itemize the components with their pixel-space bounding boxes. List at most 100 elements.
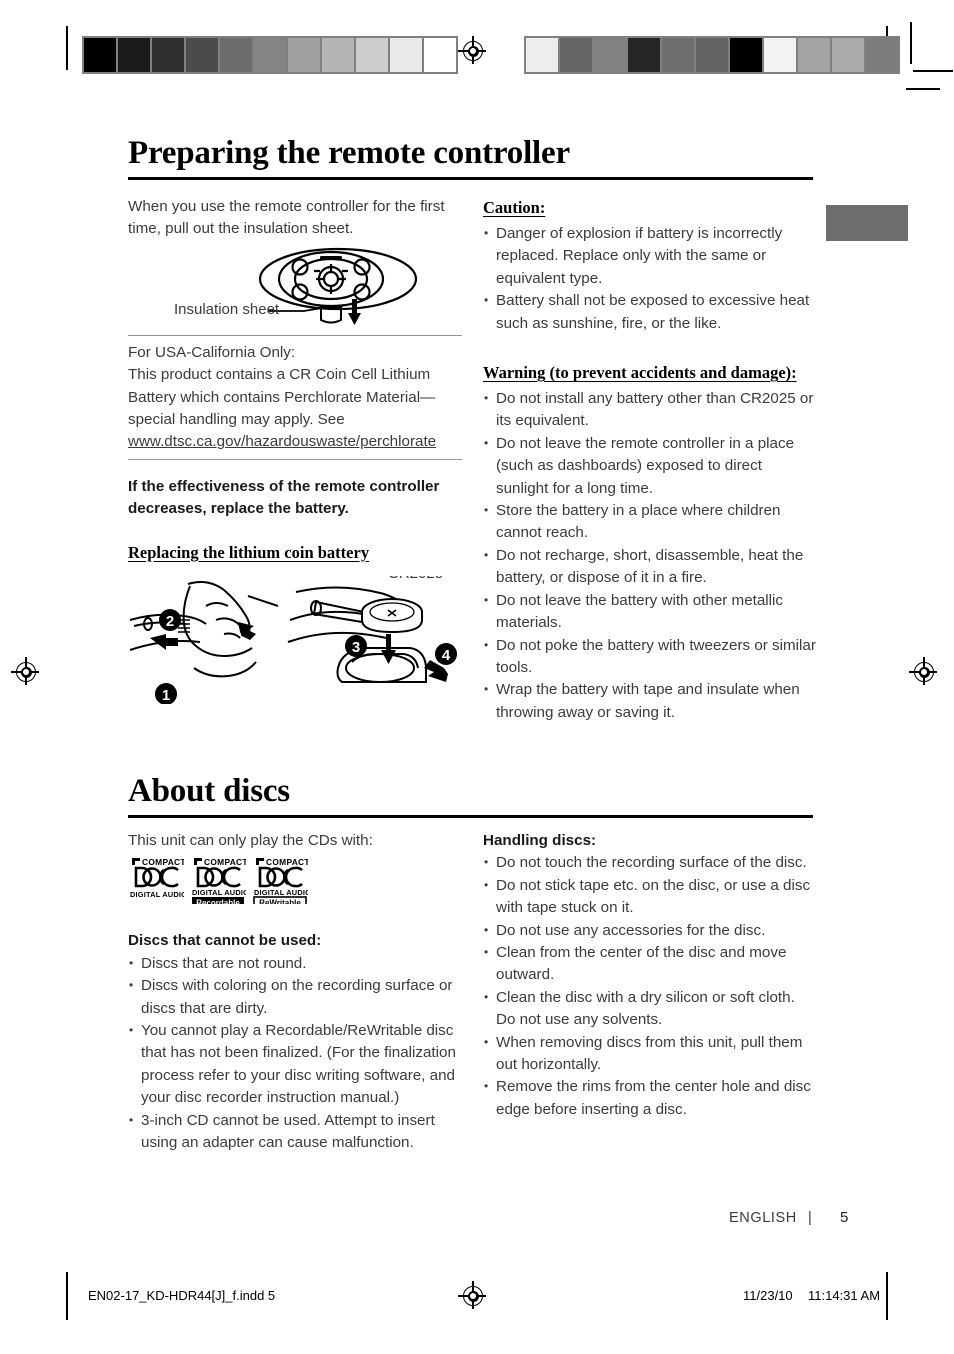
remote-controller-figure: Insulation sheet [128, 241, 462, 329]
grayscale-swatch-7 [322, 38, 354, 72]
cannot-use-list: Discs that are not round. Discs with col… [128, 952, 462, 1155]
cd-logo-recordable: COMPACT DIGITAL AUDIO Recordable [190, 856, 246, 905]
grayscale-swatch-10 [866, 38, 898, 72]
svg-text:DIGITAL AUDIO: DIGITAL AUDIO [130, 890, 184, 899]
grayscale-swatch-10 [424, 38, 456, 72]
list-item: Clean from the center of the disc and mo… [483, 941, 817, 987]
warning-list: Do not install any battery other than CR… [483, 387, 817, 724]
svg-text:COMPACT: COMPACT [142, 857, 184, 867]
title-rule-remote [128, 176, 813, 180]
crop-mark-top-left-vertical [66, 26, 68, 70]
list-item: Danger of explosion if battery is incorr… [483, 222, 817, 290]
caution-heading-wrap: Caution: [483, 196, 817, 219]
svg-text:DIGITAL AUDIO: DIGITAL AUDIO [192, 888, 246, 897]
list-item: Do not use any accessories for the disc. [483, 919, 817, 942]
page-title-remote: Preparing the remote controller [128, 135, 570, 171]
replacing-battery-heading-wrap: Replacing the lithium coin battery [128, 541, 462, 564]
cd-logo-row: COMPACT DIGITAL AUDIO COMPACT DIGITAL AU… [128, 856, 462, 905]
california-notice: This product contains a CR Coin Cell Lit… [128, 364, 462, 454]
caution-list: Danger of explosion if battery is incorr… [483, 222, 817, 335]
svg-text:2: 2 [166, 613, 174, 630]
list-item: Do not leave the battery with other meta… [483, 589, 817, 635]
cd-logo-rewritable: COMPACT DIGITAL AUDIO ReWritable [252, 856, 308, 905]
battery-replacement-figure: 1 2 3 4 [128, 565, 462, 709]
slug-filename: EN02-17_KD-HDR44[J]_f.indd 5 [88, 1288, 276, 1303]
crop-mark-top-right-horizontal-a [913, 70, 953, 72]
grayscale-swatch-3 [186, 38, 218, 72]
svg-text:ReWritable: ReWritable [259, 899, 301, 905]
section-remote-header: Preparing the remote controller [128, 136, 813, 180]
footer-language: ENGLISH [729, 1210, 797, 1226]
registration-mark-top-center [458, 36, 487, 65]
list-item: Wrap the battery with tape and insulate … [483, 678, 817, 724]
grayscale-swatch-8 [356, 38, 388, 72]
grayscale-wedge-right [524, 36, 900, 74]
grayscale-swatch-2 [594, 38, 626, 72]
slug-time: 11:14:31 AM [808, 1288, 881, 1303]
effectiveness-note: If the effectiveness of the remote contr… [128, 477, 440, 518]
divider-below-california [128, 458, 462, 460]
list-item: Do not install any battery other than CR… [483, 387, 817, 433]
list-item: 3-inch CD cannot be used. Attempt to ins… [128, 1109, 462, 1155]
title-rule-discs [128, 814, 813, 818]
list-item: Discs that are not round. [128, 952, 462, 975]
grayscale-swatch-6 [730, 38, 762, 72]
grayscale-swatch-9 [390, 38, 422, 72]
section-discs-header: About discs [128, 774, 813, 818]
list-item: Do not poke the battery with tweezers or… [483, 634, 817, 680]
registration-mark-left-middle [11, 657, 40, 686]
list-item: Do not recharge, short, disassemble, hea… [483, 544, 817, 590]
grayscale-swatch-5 [254, 38, 286, 72]
list-item: Store the battery in a place where child… [483, 499, 817, 545]
page-tab-marker [826, 205, 908, 241]
grayscale-swatch-8 [798, 38, 830, 72]
california-heading: For USA-California Only: [128, 343, 296, 361]
crop-mark-top-right-horizontal-b [906, 88, 940, 90]
warning-heading: Warning (to prevent accidents and damage… [483, 363, 797, 383]
grayscale-swatch-0 [526, 38, 558, 72]
california-notice-body: This product contains a CR Coin Cell Lit… [128, 366, 436, 429]
list-item: You cannot play a Recordable/ReWritable … [128, 1019, 462, 1110]
handling-list: Do not touch the recording surface of th… [483, 851, 817, 1121]
svg-text:COMPACT: COMPACT [266, 857, 308, 867]
grayscale-swatch-2 [152, 38, 184, 72]
cd-logo-audio: COMPACT DIGITAL AUDIO [128, 856, 184, 904]
replacing-battery-heading: Replacing the lithium coin battery [128, 542, 370, 562]
crop-mark-top-right-vertical-b [910, 22, 912, 64]
right-column-caution-warning: Caution: Danger of explosion if battery … [483, 196, 817, 724]
battery-replacement-illustration: 1 2 3 4 [129, 565, 457, 705]
svg-text:COMPACT: COMPACT [204, 857, 246, 867]
registration-mark-right-middle [909, 657, 938, 686]
cannot-use-heading: Discs that cannot be used: [128, 932, 322, 950]
grayscale-swatch-9 [832, 38, 864, 72]
grayscale-swatch-6 [288, 38, 320, 72]
grayscale-swatch-5 [696, 38, 728, 72]
left-column-discs: This unit can only play the CDs with: CO… [128, 830, 462, 1154]
california-url-link[interactable]: www.dtsc.ca.gov/hazardouswaste/perchlora… [128, 433, 436, 450]
caution-heading: Caution: [483, 198, 546, 217]
footer-page-number: 5 [840, 1209, 849, 1226]
footer-separator: | [808, 1210, 812, 1226]
registration-mark-bottom-center [458, 1281, 487, 1310]
right-column-handling: Handling discs: Do not touch the recordi… [483, 830, 817, 1121]
grayscale-swatch-1 [118, 38, 150, 72]
battery-model-label: CR2025 [388, 576, 443, 582]
left-column-remote: When you use the remote controller for t… [128, 196, 462, 709]
grayscale-swatch-4 [220, 38, 252, 72]
svg-text:DIGITAL AUDIO: DIGITAL AUDIO [254, 888, 308, 897]
svg-text:1: 1 [162, 687, 170, 704]
insulation-sheet-label: Insulation sheet [174, 300, 280, 318]
list-item: Battery shall not be exposed to excessiv… [483, 289, 817, 335]
handling-heading: Handling discs: [483, 832, 597, 849]
list-item: Clean the disc with a dry silicon or sof… [483, 986, 817, 1032]
grayscale-swatch-0 [84, 38, 116, 72]
remote-intro-text: When you use the remote controller for t… [128, 198, 445, 238]
divider-above-california [128, 334, 462, 336]
list-item: Remove the rims from the center hole and… [483, 1075, 817, 1121]
grayscale-swatch-3 [628, 38, 660, 72]
svg-text:3: 3 [352, 639, 360, 656]
grayscale-swatch-1 [560, 38, 592, 72]
list-item: Do not touch the recording surface of th… [483, 851, 817, 874]
svg-text:Recordable: Recordable [196, 899, 240, 905]
list-item: Do not leave the remote controller in a … [483, 432, 817, 500]
